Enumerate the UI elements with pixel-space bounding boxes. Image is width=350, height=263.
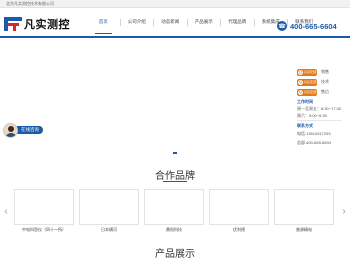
brand-name: 日本横河 [101, 227, 117, 232]
qq-icon: Q [298, 79, 303, 85]
qq-chat-button[interactable]: Q QQ交谈 [297, 68, 317, 76]
service-row-tech: Q QQ交谈 技术 [297, 78, 329, 86]
brand-card[interactable]: 日本横河 [79, 189, 139, 234]
logo-mark-icon [4, 17, 22, 31]
brands-section-title: 合作品牌 [155, 171, 195, 182]
service-label-sales: 销售 [321, 69, 329, 74]
brand-name: 鼎阳科技 [166, 227, 182, 232]
service-row-aftersales: Q QQ交谈 售后 [297, 88, 329, 96]
brands-title-underline [163, 181, 187, 182]
online-consult-widget[interactable]: 在线咨询 [3, 121, 43, 139]
brand-name: 中电科思仪（四十一所） [22, 227, 66, 232]
qq-icon: Q [298, 89, 303, 95]
nav-item-about[interactable]: 公司介绍 [121, 8, 154, 36]
brand-name: 普源精电 [296, 227, 312, 232]
qq-icon: Q [298, 69, 303, 75]
brand-name: 优利德 [233, 227, 245, 232]
carousel-next-icon[interactable]: › [341, 205, 347, 219]
brand-card[interactable]: 中电科思仪（四十一所） [14, 189, 74, 234]
service-divider [297, 120, 342, 121]
brand-card[interactable]: 普源精电 [274, 189, 334, 234]
online-consult-label[interactable]: 在线咨询 [17, 126, 43, 134]
brand-carousel: 中电科思仪（四十一所） 日本横河 鼎阳科技 优利德 普源精电 [14, 189, 336, 234]
qq-chat-label: QQ交谈 [304, 89, 317, 94]
contact-title: 联系方式 [297, 123, 313, 128]
nav-item-contact[interactable]: 联系我们 [288, 8, 321, 36]
nav-item-products[interactable]: 产品展示 [188, 8, 221, 36]
brand-logo [144, 189, 204, 225]
qq-chat-button[interactable]: Q QQ交谈 [297, 78, 317, 86]
nav-item-home[interactable]: 首页 [87, 8, 120, 36]
company-name: 北京凡实测控技术有限公司 [6, 1, 54, 6]
carousel-prev-icon[interactable]: ‹ [3, 205, 9, 219]
nav-item-news[interactable]: 动态新闻 [154, 8, 187, 36]
service-label-tech: 技术 [321, 79, 329, 84]
brand-card[interactable]: 鼎阳科技 [144, 189, 204, 234]
nav-item-brands[interactable]: 代理品牌 [221, 8, 254, 36]
work-hours-title: 工作时间 [297, 99, 313, 104]
logo-text: 凡实测控 [24, 18, 70, 31]
contact-tel: 总部:400-665-6604 [297, 140, 332, 145]
site-logo[interactable]: 凡实测控 [4, 17, 70, 31]
products-section-title: 产品展示 [155, 249, 195, 260]
customer-service-panel: Q QQ交谈 销售 Q QQ交谈 技术 Q QQ交谈 售后 工作时间 周一至周五… [293, 64, 346, 150]
qq-chat-button[interactable]: Q QQ交谈 [297, 88, 317, 96]
service-label-aftersales: 售后 [321, 89, 329, 94]
contact-phone: 电话:13510917293 [297, 131, 331, 136]
qq-chat-label: QQ交谈 [304, 69, 317, 74]
avatar [3, 122, 18, 138]
brand-card[interactable]: 优利德 [209, 189, 269, 234]
brand-logo [79, 189, 139, 225]
nav-item-integration[interactable]: 系统集成 [255, 8, 288, 36]
main-nav: 首页 公司介绍 动态新闻 产品展示 代理品牌 系统集成 联系我们 [87, 8, 321, 36]
work-hours-saturday: 周六：9:00~6:30 [297, 113, 327, 118]
service-row-sales: Q QQ交谈 销售 [297, 68, 329, 76]
top-strip: 北京凡实测控技术有限公司 [0, 0, 350, 8]
brand-logo [274, 189, 334, 225]
qq-chat-label: QQ交谈 [304, 79, 317, 84]
brand-logo [209, 189, 269, 225]
work-hours-weekday: 周一至周五：8:30~17:30 [297, 106, 342, 111]
banner-pager-dot[interactable] [173, 152, 177, 154]
brand-logo [14, 189, 74, 225]
